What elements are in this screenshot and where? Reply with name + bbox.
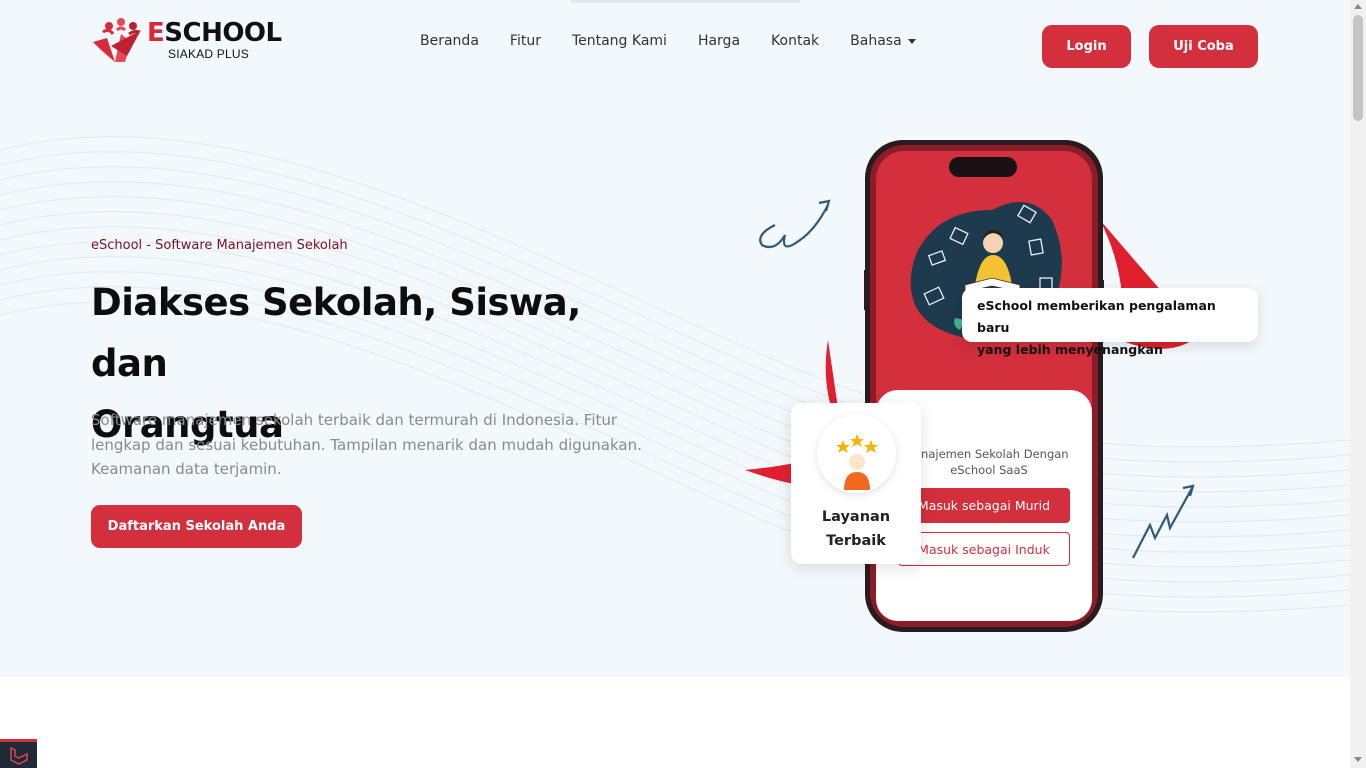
- brand-name: ESCHOOL: [147, 18, 282, 48]
- service-label: Layanan Terbaik: [791, 505, 921, 553]
- scroll-down-icon[interactable]: [1354, 757, 1362, 762]
- trial-button[interactable]: Uji Coba: [1149, 25, 1258, 68]
- hero-eyebrow: eSchool - Software Manajemen Sekolah: [91, 238, 348, 253]
- service-line-1: Layanan: [821, 509, 891, 525]
- language-dropdown[interactable]: Bahasa: [850, 33, 916, 49]
- scrollbar-thumb[interactable]: [1353, 15, 1363, 121]
- laravel-icon: [10, 746, 28, 765]
- nav-harga[interactable]: Harga: [698, 33, 740, 49]
- page-scrollbar[interactable]: [1350, 0, 1366, 768]
- hero-illustration: [745, 140, 1200, 632]
- chevron-down-icon: [907, 38, 916, 44]
- main-nav: Beranda Fitur Tentang Kami Harga Kontak …: [420, 33, 947, 49]
- laravel-debug-badge[interactable]: [0, 739, 37, 768]
- person-icon: [844, 454, 870, 490]
- nav-fitur[interactable]: Fitur: [510, 33, 541, 49]
- service-badge: [817, 414, 896, 493]
- brand-logo[interactable]: ESCHOOL SIAKAD PLUS: [91, 16, 282, 66]
- phone-parent-login-button: Masuk sebagai Induk: [898, 532, 1070, 566]
- service-line-2: Terbaik: [826, 533, 886, 549]
- bubble-line-2: yang lebih menyenangkan: [977, 342, 1163, 357]
- headline-line-1: Diakses Sekolah, Siswa, dan: [91, 281, 581, 385]
- experience-bubble: eSchool memberikan pengalaman baru yang …: [962, 288, 1258, 357]
- scroll-up-icon[interactable]: [1354, 4, 1362, 9]
- top-edge-bar: [570, 0, 800, 3]
- nav-beranda[interactable]: Beranda: [420, 33, 479, 49]
- register-school-button[interactable]: Daftarkan Sekolah Anda: [91, 505, 302, 548]
- phone-title-line-2: eSchool SaaS: [950, 463, 1028, 477]
- phone-title: anajemen Sekolah Dengan eSchool SaaS: [914, 446, 1069, 478]
- hero-description: Software manajemen sekolah terbaik dan t…: [91, 411, 642, 478]
- brand-subtitle: SIAKAD PLUS: [168, 47, 249, 61]
- phone-title-line-1: anajemen Sekolah Dengan: [914, 447, 1069, 461]
- logo-people-icon: [93, 18, 141, 62]
- nav-tentang-kami[interactable]: Tentang Kami: [572, 33, 667, 49]
- language-label: Bahasa: [850, 33, 902, 49]
- star-icon: [836, 434, 878, 453]
- bubble-line-1: eSchool memberikan pengalaman baru: [977, 298, 1216, 335]
- login-button[interactable]: Login: [1042, 25, 1131, 68]
- nav-kontak[interactable]: Kontak: [771, 33, 819, 49]
- best-service-card: Layanan Terbaik: [791, 403, 921, 564]
- phone-student-login-button: Masuk sebagai Murid: [898, 488, 1070, 523]
